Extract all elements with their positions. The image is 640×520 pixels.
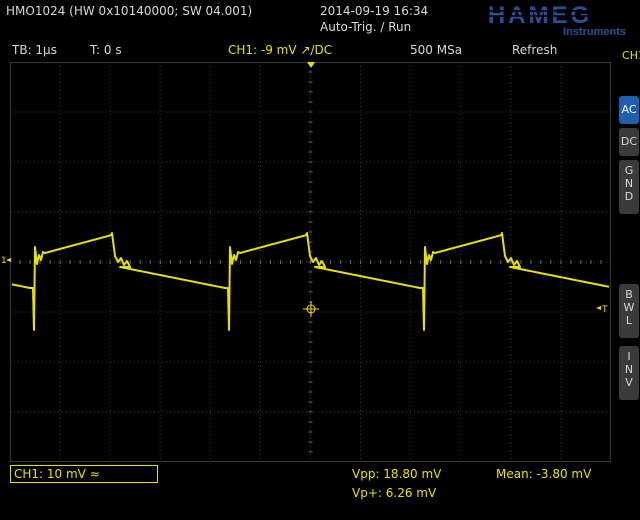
softkey-ac[interactable]: AC: [619, 96, 639, 124]
svg-text:1: 1: [1, 256, 7, 266]
ch1-ground-marker[interactable]: 1: [0, 252, 12, 268]
softkey-bwl[interactable]: BWL: [619, 284, 639, 338]
hameg-logo: HAMEG Instruments: [452, 3, 628, 37]
logo-subtext: Instruments: [563, 26, 626, 37]
trigger-mode: Auto-Trig. / Run: [320, 20, 412, 34]
softkey-inv[interactable]: INV: [619, 346, 639, 400]
measurement-vpp: Vpp: 18.80 mV: [352, 467, 442, 481]
device-info: HMO1024 (HW 0x10140000; SW 04.001): [6, 4, 253, 18]
measurement-mean: Mean: -3.80 mV: [496, 467, 592, 481]
datetime: 2014-09-19 16:34: [320, 4, 429, 18]
trigger-level-marker: T: [601, 305, 608, 315]
trigger-time[interactable]: T: 0 s: [90, 43, 122, 57]
channel-trigger-info[interactable]: CH1: -9 mV ↗/DC: [228, 43, 332, 57]
softkey-dc[interactable]: DC: [619, 128, 639, 156]
timebase[interactable]: TB: 1µs: [12, 43, 57, 57]
sample-rate: 500 MSa: [410, 43, 463, 57]
acquisition-mode: Refresh: [512, 43, 558, 57]
ch1-scale[interactable]: CH1: 10 mV ≈: [14, 467, 100, 481]
softkey-channel-label: CH1: [622, 49, 640, 62]
measurement-vp-plus: Vp+: 6.26 mV: [352, 486, 437, 500]
softkey-gnd[interactable]: GND: [619, 160, 639, 214]
waveform-display[interactable]: T: [10, 62, 611, 462]
